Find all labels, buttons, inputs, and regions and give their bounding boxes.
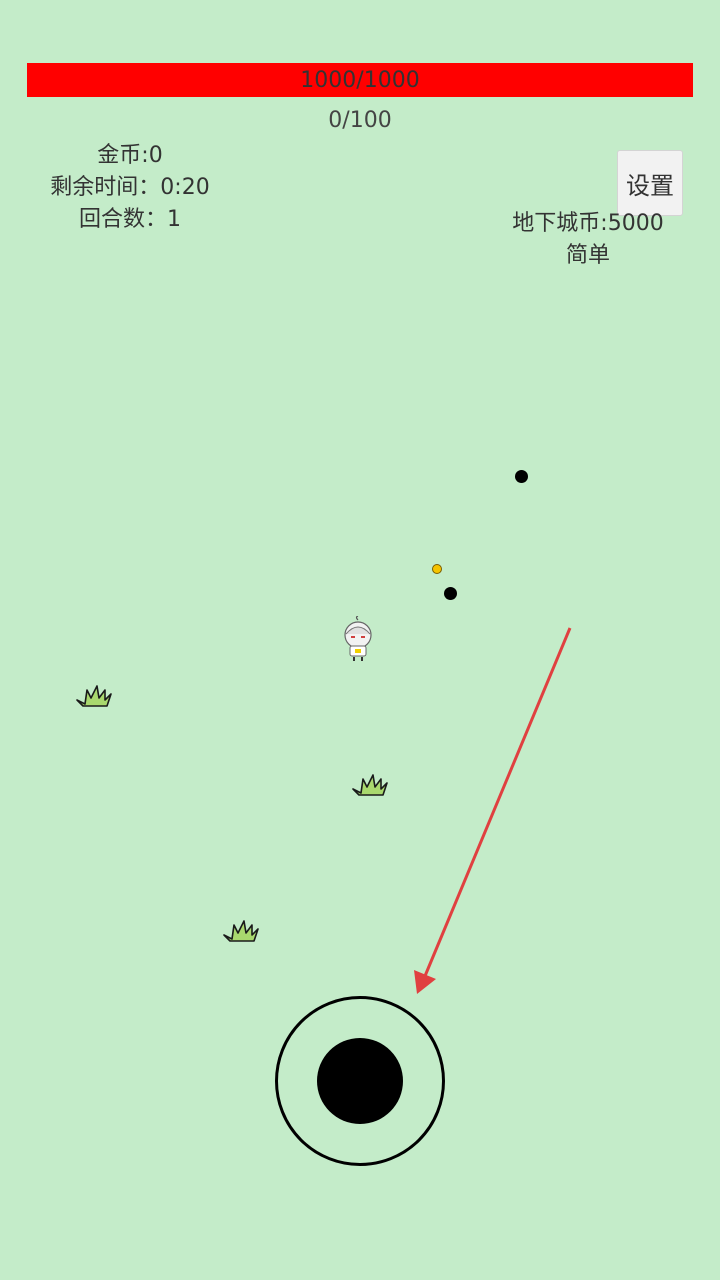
joystick[interactable]: [275, 996, 445, 1166]
joystick-knob[interactable]: [317, 1038, 403, 1124]
